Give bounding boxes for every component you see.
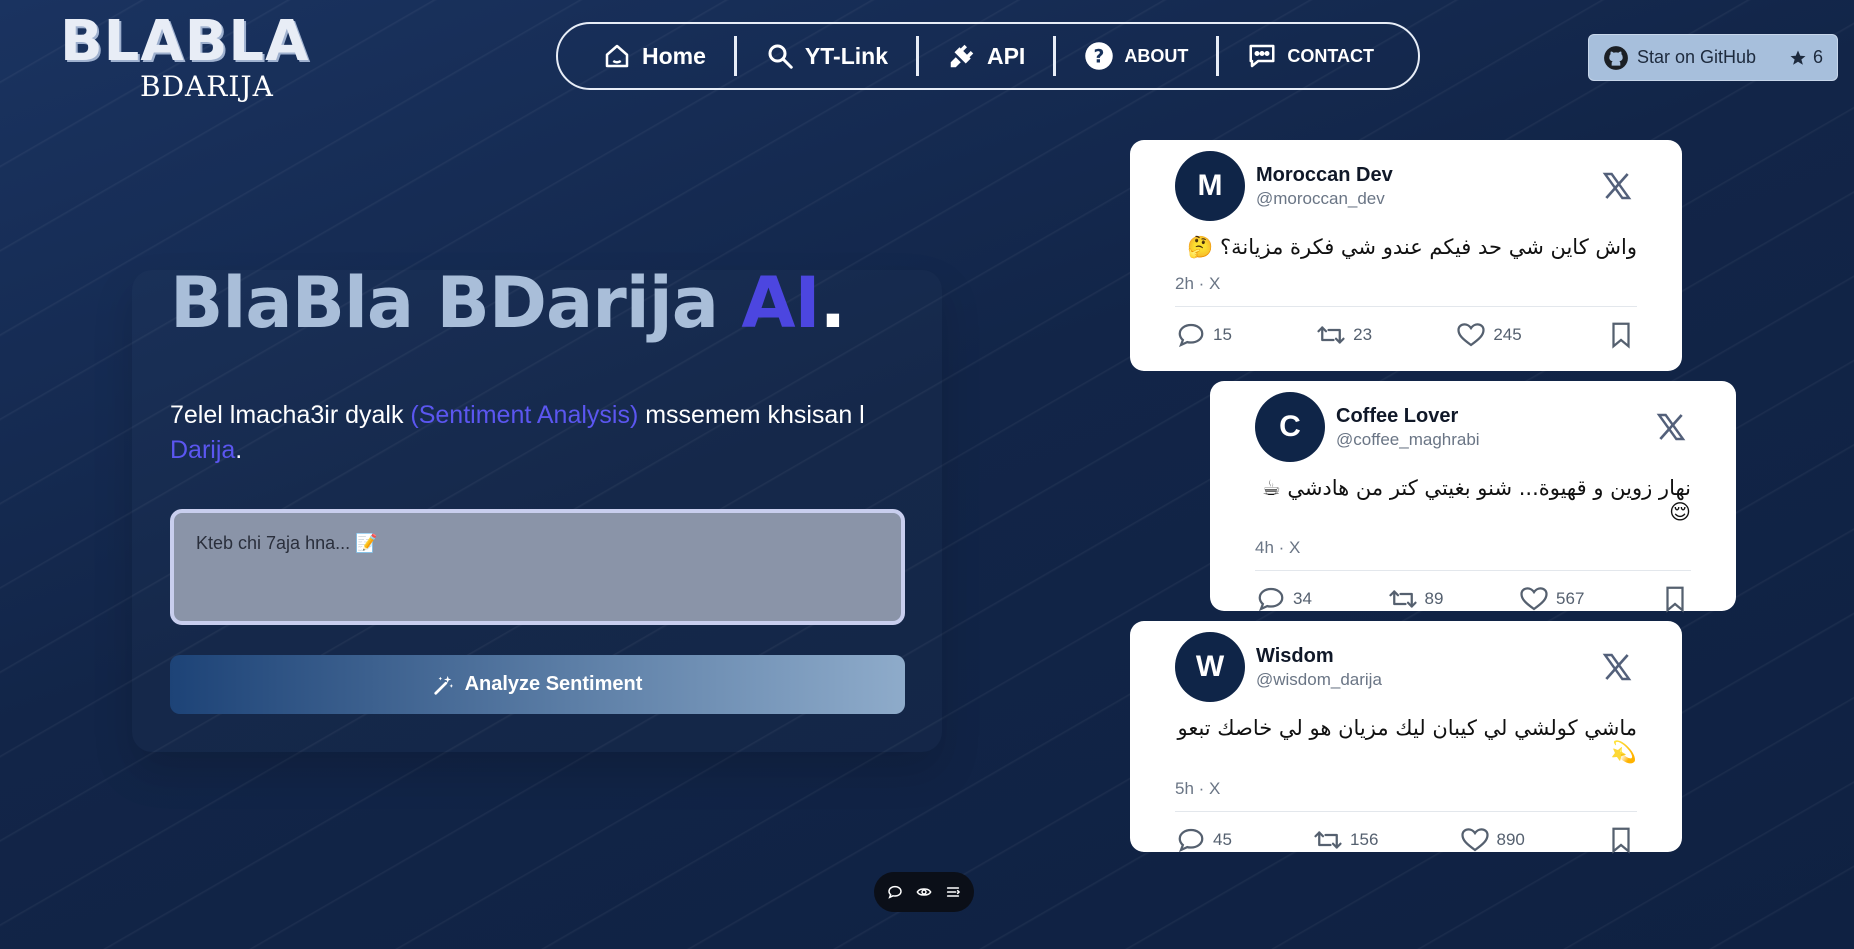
magic-wand-icon xyxy=(433,675,453,695)
heart-icon xyxy=(1520,587,1548,611)
retweet-count: 156 xyxy=(1350,830,1379,849)
home-icon xyxy=(605,44,629,68)
bookmark-button[interactable] xyxy=(1605,320,1637,350)
tweet-author-handle[interactable]: @coffee_maghrabi xyxy=(1336,430,1480,450)
comment-icon xyxy=(1178,323,1204,348)
chat-icon[interactable] xyxy=(887,884,903,900)
logo-sub-text: BDARIJA xyxy=(140,70,274,103)
tweet-author-name[interactable]: Moroccan Dev xyxy=(1256,164,1393,187)
heart-icon xyxy=(1460,828,1489,852)
like-count: 890 xyxy=(1496,830,1525,849)
nav-api-label: API xyxy=(986,42,1026,69)
x-logo-icon[interactable] xyxy=(1601,170,1633,202)
logo[interactable]: BLABLA BDARIJA xyxy=(60,9,340,104)
like-count: 567 xyxy=(1556,589,1585,608)
reply-button[interactable]: 34 xyxy=(1255,584,1312,614)
github-star-button[interactable]: Star on GitHub 6 xyxy=(1588,34,1838,81)
bookmark-button[interactable] xyxy=(1659,584,1691,614)
analyze-sentiment-button[interactable]: Analyze Sentiment xyxy=(170,655,905,714)
search-icon xyxy=(768,44,793,69)
nav-home[interactable]: Home xyxy=(574,36,734,76)
github-star-label: Star on GitHub xyxy=(1637,47,1757,67)
nav-about-label: ABOUT xyxy=(1124,45,1189,66)
reply-count: 34 xyxy=(1293,589,1312,608)
bookmark-icon xyxy=(1612,827,1630,854)
github-icon xyxy=(1604,45,1628,70)
retweet-button[interactable]: 89 xyxy=(1387,584,1444,614)
github-count-value: 6 xyxy=(1812,47,1823,67)
tweet-text: واش كاين شي حد فيكم عندو شي فكرة مزيانة؟… xyxy=(1187,235,1637,259)
star-icon xyxy=(1790,50,1806,65)
nav-yt-link[interactable]: YT-Link xyxy=(737,36,916,76)
nav-api[interactable]: API xyxy=(919,36,1053,76)
tweet-meta: 5h · X xyxy=(1175,779,1221,798)
title-main: BlaBla BDarija xyxy=(170,262,742,344)
main-nav: Home YT-Link API ? ABOUT CONTACT xyxy=(556,22,1420,90)
retweet-icon xyxy=(1317,326,1345,344)
nav-home-label: Home xyxy=(642,42,706,69)
avatar[interactable]: W xyxy=(1175,632,1245,702)
like-button[interactable]: 567 xyxy=(1518,584,1584,614)
plug-icon xyxy=(950,44,974,68)
bookmark-button[interactable] xyxy=(1605,825,1637,855)
like-button[interactable]: 245 xyxy=(1455,320,1522,350)
reply-button[interactable]: 45 xyxy=(1175,825,1232,855)
bookmark-icon xyxy=(1666,586,1684,613)
desc-highlight-2: Darija xyxy=(170,436,236,464)
retweet-icon xyxy=(1388,590,1417,608)
nav-contact-label: CONTACT xyxy=(1287,45,1374,66)
tweet-author-handle[interactable]: @wisdom_darija xyxy=(1256,670,1382,690)
retweet-count: 89 xyxy=(1424,589,1444,608)
comment-icon xyxy=(1178,828,1204,853)
tweet-text: نهار زوين و قهيوة... شنو بغيتي كتر من ها… xyxy=(1261,476,1691,524)
retweet-count: 23 xyxy=(1353,325,1373,344)
tweet-meta: 4h · X xyxy=(1255,538,1301,557)
floating-toolbar xyxy=(874,872,974,912)
desc-part-1: 7elel lmacha3ir dyalk xyxy=(170,401,411,429)
desc-highlight-1: (Sentiment Analysis) xyxy=(410,401,639,429)
reply-button[interactable]: 15 xyxy=(1175,320,1232,350)
page-title: BlaBla BDarija AI. xyxy=(170,262,847,344)
retweet-button[interactable]: 156 xyxy=(1312,825,1378,855)
nav-yt-link-label: YT-Link xyxy=(804,42,888,69)
desc-end: . xyxy=(235,436,243,464)
reply-count: 45 xyxy=(1213,830,1232,849)
comment-icon xyxy=(1258,587,1284,612)
message-icon xyxy=(1249,44,1275,68)
x-logo-icon[interactable] xyxy=(1601,651,1633,683)
tweet-author-name[interactable]: Coffee Lover xyxy=(1336,405,1480,428)
title-dot: . xyxy=(819,262,847,344)
hero-description: 7elel lmacha3ir dyalk (Sentiment Analysi… xyxy=(170,398,890,468)
github-star-count: 6 xyxy=(1789,47,1823,68)
input-placeholder: Kteb chi 7aja hna... 📝 xyxy=(196,533,378,553)
x-logo-icon[interactable] xyxy=(1655,411,1687,443)
retweet-icon xyxy=(1314,831,1342,849)
tweet-author-handle[interactable]: @moroccan_dev xyxy=(1256,189,1393,209)
avatar[interactable]: M xyxy=(1175,151,1245,221)
tweet-card[interactable]: M Moroccan Dev @moroccan_dev واش كاين شي… xyxy=(1130,140,1682,371)
svg-text:?: ? xyxy=(1094,46,1105,67)
nav-contact[interactable]: CONTACT xyxy=(1219,36,1402,76)
tweet-author-name[interactable]: Wisdom xyxy=(1256,645,1382,668)
menu-icon[interactable] xyxy=(945,884,961,900)
analyze-button-label: Analyze Sentiment xyxy=(464,673,643,695)
title-ai: AI xyxy=(741,262,820,344)
bookmark-icon xyxy=(1612,322,1630,349)
eye-icon[interactable] xyxy=(916,884,932,900)
retweet-button[interactable]: 23 xyxy=(1315,320,1372,350)
avatar[interactable]: C xyxy=(1255,392,1325,462)
nav-about[interactable]: ? ABOUT xyxy=(1056,36,1216,76)
tweet-meta: 2h · X xyxy=(1175,274,1221,293)
heart-icon xyxy=(1457,323,1485,347)
tweet-text: ماشي كولشي لي كيبان ليك مزيان هو لي خاصك… xyxy=(1177,716,1637,764)
like-count: 245 xyxy=(1493,325,1522,344)
like-button[interactable]: 890 xyxy=(1459,825,1525,855)
sentiment-text-input[interactable]: Kteb chi 7aja hna... 📝 xyxy=(170,509,905,625)
tweet-card[interactable]: C Coffee Lover @coffee_maghrabi نهار زوي… xyxy=(1210,381,1736,614)
reply-count: 15 xyxy=(1213,325,1232,344)
question-icon: ? xyxy=(1085,42,1114,70)
tweet-card[interactable]: W Wisdom @wisdom_darija ماشي كولشي لي كي… xyxy=(1130,621,1682,855)
desc-part-2: mssemem khsisan l xyxy=(638,401,865,429)
logo-main-text: BLABLA xyxy=(60,9,310,74)
